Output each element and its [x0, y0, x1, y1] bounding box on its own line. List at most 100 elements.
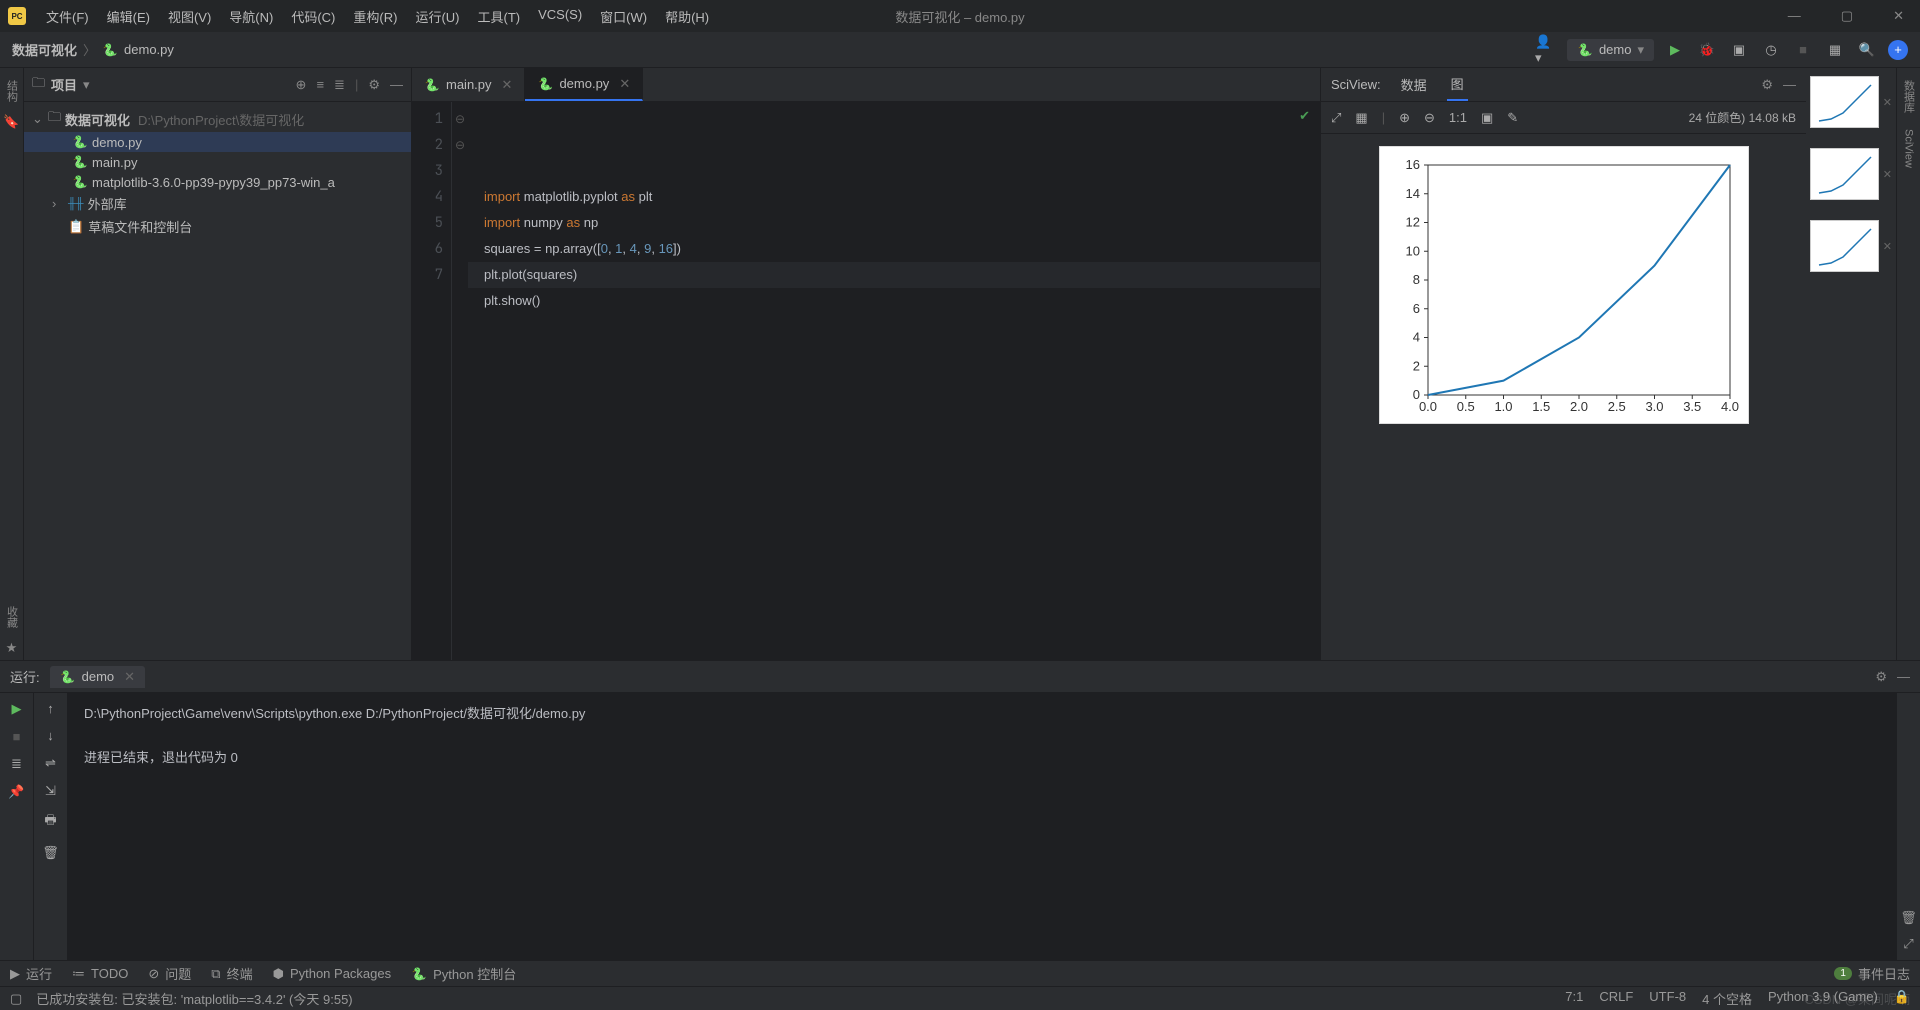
settings-icon[interactable]: ⚙ — [368, 77, 380, 93]
profile-button[interactable]: ◷ — [1760, 39, 1782, 61]
sciview-settings-icon[interactable]: ⚙ — [1761, 77, 1773, 93]
search-everywhere-button[interactable]: 🔍 — [1856, 39, 1878, 61]
layout-icon[interactable]: ≣ — [11, 756, 22, 772]
tab-close-icon[interactable]: ✕ — [502, 77, 513, 93]
editor-tab[interactable]: main.py✕ — [412, 68, 525, 101]
locate-icon[interactable]: ⊕ — [296, 77, 307, 93]
wrap-icon[interactable]: ⇌ — [45, 755, 56, 771]
expand-icon[interactable]: ≡ — [316, 77, 324, 93]
crop-icon[interactable]: ▣ — [1481, 110, 1493, 126]
stop-button[interactable]: ■ — [1792, 39, 1814, 61]
layout-button[interactable]: ▦ — [1824, 39, 1846, 61]
code-content[interactable]: import matplotlib.pyplot as pltimport nu… — [468, 102, 1320, 660]
line-separator[interactable]: CRLF — [1599, 989, 1633, 1008]
sciview-tool-tab[interactable]: SciView — [1901, 121, 1917, 176]
menu-item[interactable]: 窗口(W) — [594, 5, 653, 28]
project-tree[interactable]: ⌄ 🗀 数据可视化 D:\PythonProject\数据可视化 demo.py… — [24, 102, 411, 660]
breadcrumb[interactable]: 数据可视化 〉 demo.py — [12, 40, 174, 59]
collapse-icon[interactable]: ≣ — [334, 77, 345, 93]
caret-position[interactable]: 7:1 — [1565, 989, 1583, 1008]
structure-tool-tab[interactable]: 结构 — [2, 72, 22, 110]
pin-icon[interactable]: 📌 — [8, 784, 24, 800]
stop-icon[interactable]: ■ — [13, 729, 21, 744]
plot-display[interactable]: 02468101214160.00.51.01.52.02.53.03.54.0 — [1321, 134, 1806, 660]
menu-item[interactable]: 导航(N) — [223, 5, 279, 28]
tree-file-demo[interactable]: demo.py — [24, 132, 411, 152]
external-libraries[interactable]: › ╫╫ 外部库 — [24, 192, 411, 215]
code-editor[interactable]: 1234567 ⊖⊖ import matplotlib.pyplot as p… — [412, 102, 1320, 660]
menu-item[interactable]: 帮助(H) — [659, 5, 715, 28]
fit-icon[interactable]: ⤢ — [1331, 110, 1341, 126]
expand-icon[interactable]: ⤢ — [1903, 936, 1913, 952]
run-tab[interactable]: demo ✕ — [50, 666, 145, 688]
thumb-close-icon[interactable]: ✕ — [1883, 240, 1892, 253]
menu-item[interactable]: VCS(S) — [532, 5, 588, 28]
run-button[interactable]: ▶ — [1664, 39, 1686, 61]
editor-tab[interactable]: demo.py✕ — [525, 68, 643, 101]
folder-icon: 🗀 — [48, 108, 61, 130]
trash-icon[interactable]: 🗑 — [1900, 910, 1917, 926]
project-root[interactable]: ⌄ 🗀 数据可视化 D:\PythonProject\数据可视化 — [24, 106, 411, 132]
zoom-in-icon[interactable]: ⊕ — [1399, 110, 1410, 126]
bookmarks-icon[interactable]: 🔖 — [3, 114, 19, 130]
run-settings-icon[interactable]: ⚙ — [1875, 669, 1887, 685]
down-icon[interactable]: ↓ — [47, 728, 54, 743]
menu-item[interactable]: 编辑(E) — [101, 5, 156, 28]
python-console-tool-button[interactable]: Python 控制台 — [411, 964, 516, 983]
menu-item[interactable]: 视图(V) — [162, 5, 217, 28]
close-button[interactable]: ✕ — [1885, 4, 1912, 28]
zoom-out-icon[interactable]: ⊖ — [1424, 110, 1435, 126]
run-tool-button[interactable]: ▶运行 — [10, 964, 52, 983]
terminal-tool-button[interactable]: ⧉终端 — [211, 964, 252, 983]
sciview-tab-data[interactable]: 数据 — [1397, 69, 1431, 100]
run-hide-icon[interactable]: — — [1897, 669, 1910, 685]
debug-button[interactable]: 🐞 — [1696, 39, 1718, 61]
zoom-ratio[interactable]: 1:1 — [1449, 110, 1467, 125]
grid-icon[interactable]: ▦ — [1355, 110, 1367, 126]
run-configuration-selector[interactable]: demo ▾ — [1567, 39, 1654, 61]
up-icon[interactable]: ↑ — [47, 701, 54, 716]
menu-item[interactable]: 代码(C) — [285, 5, 341, 28]
user-icon[interactable]: 👤▾ — [1535, 39, 1557, 61]
minimize-button[interactable]: — — [1780, 4, 1809, 28]
maximize-button[interactable]: ▢ — [1833, 4, 1861, 28]
tree-file-main[interactable]: main.py — [24, 152, 411, 172]
indent-setting[interactable]: 4 个空格 — [1702, 989, 1752, 1008]
tree-file-matplotlib-wheel[interactable]: matplotlib-3.6.0-pp39-pypy39_pp73-win_a — [24, 172, 411, 192]
eyedropper-icon[interactable]: ✎ — [1507, 110, 1518, 126]
sciview-tab-plot[interactable]: 图 — [1447, 68, 1468, 101]
menu-item[interactable]: 重构(R) — [347, 5, 403, 28]
hide-icon[interactable]: — — [390, 77, 403, 93]
plot-thumbnail-3[interactable] — [1810, 220, 1879, 272]
scratches-and-consoles[interactable]: 📋 草稿文件和控制台 — [24, 215, 411, 238]
problems-tool-button[interactable]: ⊘问题 — [148, 964, 191, 983]
status-icon[interactable]: ▢ — [10, 991, 22, 1007]
favorites-tool-tab[interactable]: 收藏 — [2, 598, 22, 636]
chart-line-plot: 02468101214160.00.51.01.52.02.53.03.54.0 — [1379, 146, 1749, 424]
database-tool-tab[interactable]: 数据库 — [1899, 72, 1919, 121]
trash-icon[interactable]: 🗑 — [42, 845, 59, 861]
plot-thumbnail-1[interactable] — [1810, 76, 1879, 128]
menu-item[interactable]: 文件(F) — [40, 5, 95, 28]
packages-tool-button[interactable]: ⬢Python Packages — [273, 966, 392, 982]
console-output[interactable]: D:\PythonProject\Game\venv\Scripts\pytho… — [68, 693, 1896, 960]
favorites-star-icon[interactable]: ★ — [6, 640, 18, 656]
add-button[interactable]: + — [1888, 40, 1908, 60]
menu-item[interactable]: 运行(U) — [409, 5, 465, 28]
todo-tool-button[interactable]: ≔TODO — [72, 966, 128, 982]
thumb-close-icon[interactable]: ✕ — [1883, 168, 1892, 181]
tab-close-icon[interactable]: ✕ — [619, 76, 630, 92]
scroll-icon[interactable]: ⇲ — [45, 783, 56, 799]
coverage-button[interactable]: ▣ — [1728, 39, 1750, 61]
svg-text:12: 12 — [1405, 215, 1419, 230]
inspection-ok-icon[interactable]: ✔ — [1299, 108, 1310, 124]
print-icon[interactable]: 🖶 — [44, 811, 56, 833]
tab-close-icon[interactable]: ✕ — [124, 669, 135, 685]
file-encoding[interactable]: UTF-8 — [1649, 989, 1686, 1008]
plot-thumbnail-2[interactable] — [1810, 148, 1879, 200]
thumb-close-icon[interactable]: ✕ — [1883, 96, 1892, 109]
menu-item[interactable]: 工具(T) — [471, 5, 526, 28]
rerun-icon[interactable]: ▶ — [12, 701, 22, 717]
sciview-hide-icon[interactable]: — — [1783, 77, 1796, 93]
event-log-button[interactable]: 1 事件日志 — [1834, 964, 1910, 983]
